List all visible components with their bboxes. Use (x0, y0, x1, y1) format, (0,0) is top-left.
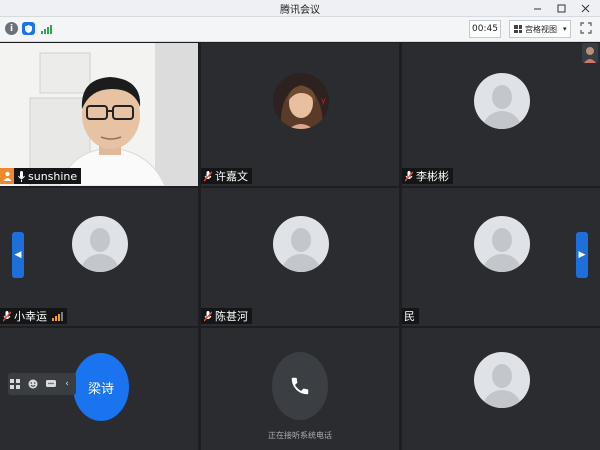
svg-text:y: y (321, 96, 326, 105)
video-tile-sunshine[interactable]: sunshine (0, 43, 198, 186)
grid-view-icon (514, 25, 522, 33)
nametag: 民 (402, 308, 419, 324)
nametag: sunshine (0, 168, 82, 184)
default-avatar-icon (72, 216, 128, 272)
mic-muted-icon (2, 310, 12, 322)
participant-name: 小幸运 (14, 310, 47, 323)
info-icon[interactable]: i (5, 22, 18, 35)
meeting-toolbar: i 00:45 宫格视图 ▾ (0, 17, 600, 42)
video-tile-participant-2[interactable]: y 许嘉文 (201, 43, 399, 186)
avatar: y (273, 73, 329, 129)
window-titlebar: 腾讯会议 (0, 0, 600, 17)
participant-name: 许嘉文 (215, 170, 248, 183)
host-badge-icon (0, 168, 14, 184)
mic-muted-icon (203, 310, 213, 322)
view-mode-button[interactable]: 宫格视图 ▾ (509, 20, 571, 38)
fullscreen-icon[interactable] (580, 22, 592, 34)
chat-icon[interactable] (44, 377, 58, 391)
chevron-left-icon[interactable]: ‹ (60, 377, 74, 391)
video-tile-participant-3[interactable]: 李彬彬 (402, 43, 600, 186)
participant-name: 梁诗 (87, 381, 114, 397)
signal-icon[interactable] (39, 22, 52, 35)
mic-icon (16, 170, 26, 182)
meeting-timer: 00:45 (469, 20, 501, 38)
chevron-down-icon: ▾ (563, 25, 567, 33)
mic-muted-icon (203, 170, 213, 182)
maximize-icon (557, 4, 565, 12)
participant-name: 李彬彬 (416, 170, 449, 183)
minimize-button[interactable] (528, 0, 546, 16)
video-tile-participant-6[interactable]: 民 (402, 188, 600, 326)
close-icon (581, 4, 589, 12)
view-mode-label: 宫格视图 (525, 24, 557, 34)
chevron-right-icon: ▶ (578, 250, 586, 260)
default-avatar-icon (474, 352, 530, 408)
floating-toolbar: ‹ (8, 373, 76, 395)
nametag: 小幸运 (0, 308, 67, 324)
close-button[interactable] (576, 0, 594, 16)
participant-initial-avatar: 梁诗 (73, 353, 129, 421)
call-status-text: 正在接听系统电话 (268, 431, 332, 440)
video-tile-participant-4[interactable]: 小幸运 (0, 188, 198, 326)
participant-name: 民 (404, 310, 415, 323)
participant-name: 陈甚河 (215, 310, 248, 323)
phone-icon (291, 377, 309, 395)
phone-call-avatar (272, 352, 328, 420)
default-avatar-icon (474, 73, 530, 129)
shield-icon[interactable] (22, 22, 35, 35)
signal-weak-icon (52, 312, 63, 321)
self-view-thumbnail[interactable] (582, 43, 598, 63)
layout-icon[interactable] (8, 377, 22, 391)
mic-muted-icon (404, 170, 414, 182)
video-tile-participant-9[interactable] (402, 328, 600, 450)
video-tile-participant-5[interactable]: 陈甚河 (201, 188, 399, 326)
next-page-button[interactable]: ▶ (576, 232, 588, 278)
prev-page-button[interactable]: ◀ (12, 232, 24, 278)
chevron-left-icon: ◀ (14, 250, 22, 260)
nametag: 陈甚河 (201, 308, 252, 324)
minimize-icon (533, 8, 541, 9)
nametag: 许嘉文 (201, 168, 252, 184)
maximize-button[interactable] (552, 0, 570, 16)
participant-video (0, 43, 198, 186)
default-avatar-icon (273, 216, 329, 272)
emoji-icon[interactable] (26, 377, 40, 391)
nametag: 李彬彬 (402, 168, 453, 184)
default-avatar-icon (474, 216, 530, 272)
participant-name: sunshine (28, 169, 78, 183)
window-title: 腾讯会议 (280, 5, 320, 16)
